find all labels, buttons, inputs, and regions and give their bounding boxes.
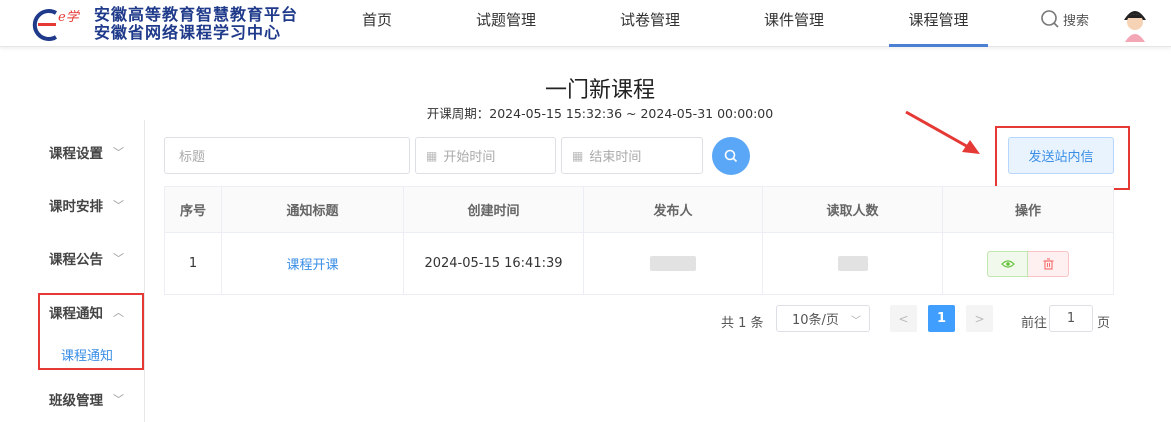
search-icon: [1041, 10, 1059, 28]
user-avatar[interactable]: [1120, 4, 1150, 42]
chevron-down-icon: ﹀: [113, 199, 124, 212]
search-icon: [724, 149, 738, 163]
sidebar-item-schedule[interactable]: 课时安排 ﹀: [49, 195, 124, 215]
next-page-button[interactable]: >: [966, 305, 993, 332]
chevron-down-icon: ﹀: [113, 252, 124, 265]
start-time-placeholder: 开始时间: [443, 150, 496, 165]
page-number-current[interactable]: 1: [928, 305, 955, 332]
calendar-icon: ▦: [426, 148, 438, 163]
nav-paper-management[interactable]: 试卷管理: [618, 0, 682, 47]
column-header: 通知标题: [222, 187, 404, 232]
end-time-placeholder: 结束时间: [589, 150, 642, 165]
logo-mark-icon: e学: [30, 5, 90, 43]
start-time-input[interactable]: ▦ 开始时间: [415, 137, 556, 174]
cell-index: 1: [165, 233, 222, 294]
highlight-box-send: [995, 126, 1130, 190]
sidebar-item-label: 课程设置: [49, 146, 103, 162]
sidebar-item-label: 课时安排: [49, 199, 103, 215]
annotation-arrow-icon: [905, 110, 980, 154]
chevron-down-icon: ﹀: [113, 393, 124, 406]
redacted-read-count: [837, 256, 868, 271]
cell-created: 2024-05-15 16:41:39: [404, 233, 584, 294]
sidebar-item-class-management[interactable]: 班级管理 ﹀: [49, 389, 124, 409]
nav-course-management[interactable]: 课程管理: [889, 0, 988, 47]
page-size-select[interactable]: 10条/页 ﹀: [776, 305, 870, 332]
notification-table: 序号 通知标题 创建时间 发布人 读取人数 操作 1 课程开课 2024-05-…: [164, 186, 1114, 295]
nav-courseware-management[interactable]: 课件管理: [762, 0, 826, 47]
table-row: 1 课程开课 2024-05-15 16:41:39: [165, 233, 1113, 294]
logo-title-line1: 安徽高等教育智慧教育平台: [94, 5, 299, 24]
goto-prefix: 前往: [1021, 316, 1048, 331]
column-header: 发布人: [584, 187, 763, 232]
highlight-box-sidebar: [38, 293, 144, 370]
search-button[interactable]: [712, 137, 750, 175]
logo-title-line2: 安徽省网络课程学习中心: [94, 23, 282, 42]
column-header: 创建时间: [404, 187, 584, 232]
chevron-right-icon: >: [974, 311, 985, 326]
cell-publisher: [584, 233, 763, 294]
search-label: 搜索: [1063, 13, 1090, 29]
top-header: e学 安徽高等教育智慧教育平台 安徽省网络课程学习中心 首页 试题管理 试卷管理…: [0, 0, 1171, 47]
eye-icon: [1000, 259, 1015, 268]
column-header: 序号: [165, 187, 222, 232]
chevron-down-icon: ﹀: [851, 316, 861, 327]
nav-home[interactable]: 首页: [360, 0, 394, 47]
course-title: 一门新课程: [544, 78, 655, 103]
pagination-total: 共 1 条: [721, 316, 764, 331]
view-button[interactable]: [987, 250, 1028, 277]
nav-question-management[interactable]: 试题管理: [474, 0, 538, 47]
chevron-down-icon: ﹀: [113, 146, 124, 159]
redacted-publisher: [650, 256, 696, 271]
prev-page-button[interactable]: <: [890, 305, 917, 332]
goto-suffix: 页: [1097, 316, 1111, 331]
cell-read-count: [763, 233, 943, 294]
delete-button[interactable]: [1028, 250, 1069, 277]
chevron-left-icon: <: [898, 311, 909, 326]
header-search[interactable]: 搜索: [1040, 9, 1089, 29]
cell-title: 课程开课: [222, 233, 404, 294]
column-header: 读取人数: [763, 187, 943, 232]
column-header: 操作: [1014, 204, 1041, 219]
title-filter-input[interactable]: 标题: [164, 137, 410, 174]
sidebar-item-announcements[interactable]: 课程公告 ﹀: [49, 248, 124, 268]
goto-page-input[interactable]: 1: [1049, 305, 1093, 332]
table-header-row: 序号 通知标题 创建时间 发布人 读取人数 操作: [165, 187, 1113, 233]
sidebar-item-course-settings[interactable]: 课程设置 ﹀: [49, 142, 124, 162]
calendar-icon: ▦: [572, 148, 584, 163]
platform-logo[interactable]: e学 安徽高等教育智慧教育平台 安徽省网络课程学习中心: [30, 4, 298, 44]
cell-actions: [943, 233, 1113, 294]
sidebar-item-label: 班级管理: [49, 393, 103, 409]
end-time-input[interactable]: ▦ 结束时间: [561, 137, 703, 174]
page-size-value: 10条/页: [792, 313, 839, 328]
notification-title-link[interactable]: 课程开课: [286, 254, 338, 273]
svg-text:e学: e学: [58, 9, 81, 25]
sidebar-item-label: 课程公告: [49, 252, 103, 268]
sidebar: [0, 120, 145, 422]
trash-icon: [1043, 257, 1053, 270]
course-period: 开课周期：2024-05-15 15:32:36 ~ 2024-05-31 00…: [426, 106, 774, 121]
title-filter-placeholder: 标题: [179, 150, 206, 165]
